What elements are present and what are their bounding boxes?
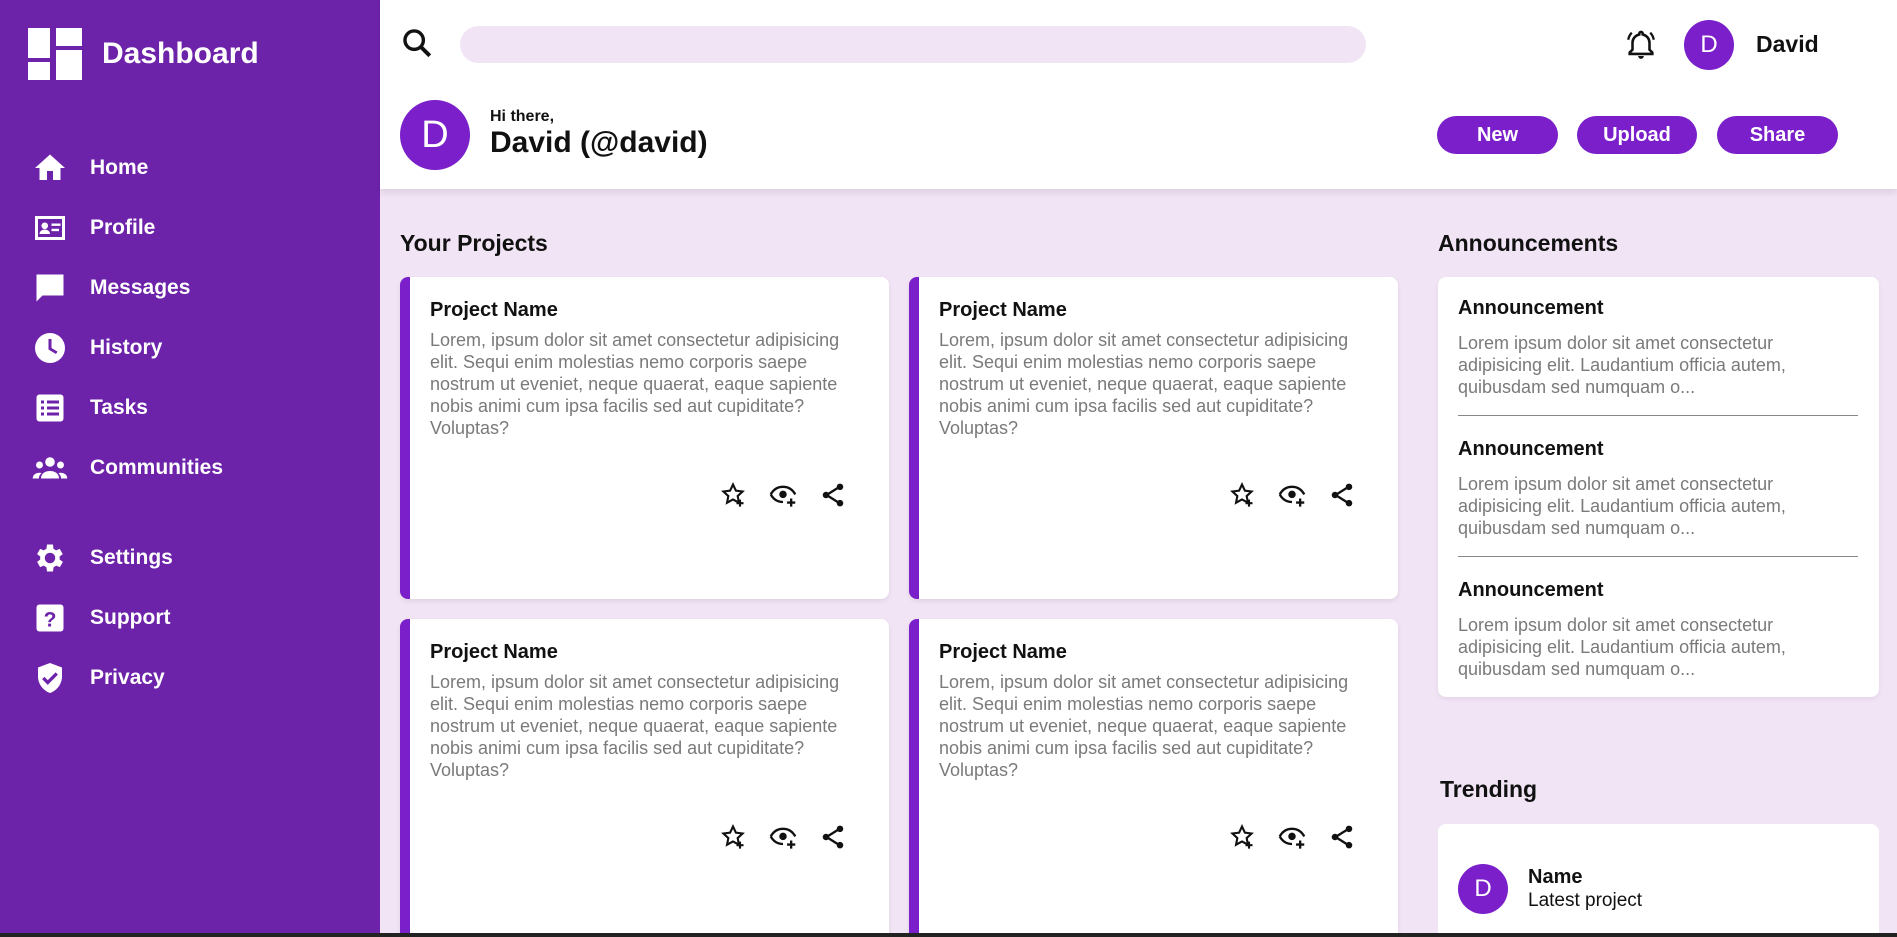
sidebar-item-label: Communities (90, 456, 224, 479)
announcement-item[interactable]: Announcement Lorem ipsum dolor sit amet … (1458, 579, 1858, 680)
announcements-panel: Announcement Lorem ipsum dolor sit amet … (1438, 277, 1879, 697)
sidebar: Dashboard Home Profile Messages History … (0, 0, 380, 937)
notification-bell-icon[interactable] (1624, 26, 1658, 62)
brand[interactable]: Dashboard (28, 28, 259, 80)
user-avatar[interactable]: D (1684, 20, 1734, 70)
search-input[interactable] (460, 26, 1366, 63)
star-add-icon[interactable] (1227, 480, 1257, 510)
sidebar-item-label: Messages (90, 276, 191, 299)
search-icon[interactable] (400, 26, 434, 60)
project-description: Lorem, ipsum dolor sit amet consectetur … (430, 672, 840, 780)
gear-icon (30, 538, 70, 578)
project-card[interactable]: Project Name Lorem, ipsum dolor sit amet… (400, 619, 889, 937)
sidebar-item-label: Support (90, 606, 171, 629)
project-description: Lorem, ipsum dolor sit amet consectetur … (939, 330, 1349, 438)
brand-title: Dashboard (102, 37, 259, 70)
id-card-icon (30, 208, 70, 248)
sidebar-item-tasks[interactable]: Tasks (0, 378, 380, 438)
sidebar-item-privacy[interactable]: Privacy (0, 648, 380, 708)
project-card[interactable]: Project Name Lorem, ipsum dolor sit amet… (909, 277, 1398, 599)
announcement-item[interactable]: Announcement Lorem ipsum dolor sit amet … (1458, 438, 1858, 539)
trending-subtitle: Latest project (1528, 890, 1643, 911)
announcements-title: Announcements (1438, 230, 1619, 256)
project-name: Project Name (430, 641, 558, 663)
new-button[interactable]: New (1437, 116, 1558, 154)
announcement-title: Announcement (1458, 438, 1604, 460)
greeting-name: David (@david) (490, 126, 708, 159)
divider (1458, 415, 1858, 416)
greeting-avatar: D (400, 100, 470, 170)
announcement-item[interactable]: Announcement Lorem ipsum dolor sit amet … (1458, 297, 1858, 398)
sidebar-item-settings[interactable]: Settings (0, 528, 380, 588)
svg-text:?: ? (44, 608, 57, 631)
announcement-text: Lorem ipsum dolor sit amet consectetur a… (1458, 474, 1786, 538)
sidebar-item-label: Privacy (90, 666, 165, 689)
upload-button[interactable]: Upload (1577, 116, 1697, 154)
sidebar-item-home[interactable]: Home (0, 138, 380, 198)
sidebar-item-history[interactable]: History (0, 318, 380, 378)
project-name: Project Name (939, 299, 1067, 321)
shield-check-icon (30, 658, 70, 698)
share-icon[interactable] (1327, 480, 1357, 510)
trending-panel: D Name Latest project (1438, 824, 1879, 937)
project-actions (718, 480, 868, 510)
header: D David D Hi there, David (@david) New U… (380, 0, 1897, 189)
sidebar-item-support[interactable]: ? Support (0, 588, 380, 648)
project-card[interactable]: Project Name Lorem, ipsum dolor sit amet… (400, 277, 889, 599)
project-name: Project Name (430, 299, 558, 321)
share-button[interactable]: Share (1717, 116, 1838, 154)
announcement-text: Lorem ipsum dolor sit amet consectetur a… (1458, 333, 1786, 397)
clock-icon (30, 328, 70, 368)
project-card[interactable]: Project Name Lorem, ipsum dolor sit amet… (909, 619, 1398, 937)
dashboard-logo-icon (28, 28, 82, 80)
project-name: Project Name (939, 641, 1067, 663)
list-icon (30, 388, 70, 428)
project-actions (1227, 480, 1377, 510)
trending-title: Trending (1440, 776, 1538, 802)
share-icon[interactable] (1327, 822, 1357, 852)
chat-icon (30, 268, 70, 308)
star-add-icon[interactable] (718, 480, 748, 510)
star-add-icon[interactable] (1227, 822, 1257, 852)
projects-title: Your Projects (400, 230, 548, 256)
share-icon[interactable] (818, 822, 848, 852)
trending-name[interactable]: Name (1528, 866, 1582, 889)
project-actions (718, 822, 868, 852)
sidebar-item-profile[interactable]: Profile (0, 198, 380, 258)
announcement-title: Announcement (1458, 297, 1604, 319)
sidebar-item-communities[interactable]: Communities (0, 438, 380, 498)
project-description: Lorem, ipsum dolor sit amet consectetur … (939, 672, 1349, 780)
greeting-text: Hi there, (490, 108, 555, 125)
divider (1458, 556, 1858, 557)
watch-add-icon[interactable] (1277, 822, 1307, 852)
sidebar-item-label: Profile (90, 216, 156, 239)
people-icon (30, 448, 70, 488)
announcement-text: Lorem ipsum dolor sit amet consectetur a… (1458, 615, 1786, 679)
sidebar-item-label: Tasks (90, 396, 148, 419)
taskbar-edge (0, 933, 1897, 937)
sidebar-item-label: History (90, 336, 163, 359)
share-icon[interactable] (818, 480, 848, 510)
sidebar-item-messages[interactable]: Messages (0, 258, 380, 318)
project-description: Lorem, ipsum dolor sit amet consectetur … (430, 330, 840, 438)
trending-avatar[interactable]: D (1458, 864, 1508, 914)
watch-add-icon[interactable] (1277, 480, 1307, 510)
watch-add-icon[interactable] (768, 822, 798, 852)
help-icon: ? (30, 598, 70, 638)
star-add-icon[interactable] (718, 822, 748, 852)
home-icon (30, 148, 70, 188)
user-name[interactable]: David (1756, 31, 1819, 58)
project-actions (1227, 822, 1377, 852)
sidebar-item-label: Settings (90, 546, 173, 569)
watch-add-icon[interactable] (768, 480, 798, 510)
announcement-title: Announcement (1458, 579, 1604, 601)
sidebar-item-label: Home (90, 156, 149, 179)
sidebar-nav: Home Profile Messages History Tasks Comm… (0, 138, 380, 708)
